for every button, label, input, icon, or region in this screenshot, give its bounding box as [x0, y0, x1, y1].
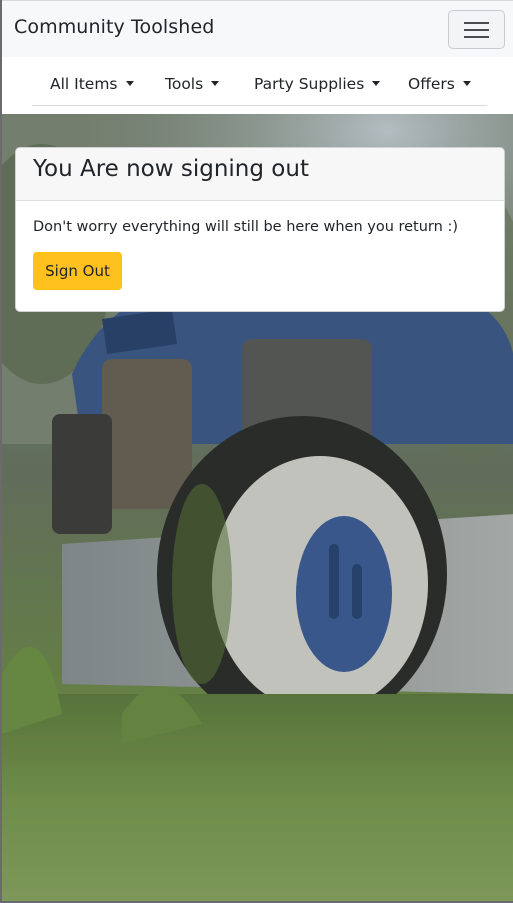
app-frame: Community Toolshed All Items Tools Party…: [0, 0, 513, 903]
menu-item-offers[interactable]: Offers: [408, 75, 471, 93]
signout-card: You Are now signing out Don't worry ever…: [15, 147, 505, 312]
category-menu: All Items Tools Party Supplies Offers: [2, 57, 513, 114]
signout-title: You Are now signing out: [33, 156, 309, 182]
menu-item-label: All Items: [50, 75, 118, 93]
caret-down-icon: [125, 81, 134, 86]
caret-down-icon: [462, 81, 471, 86]
caret-down-icon: [211, 81, 220, 86]
brand-link[interactable]: Community Toolshed: [14, 16, 214, 38]
menu-item-label: Party Supplies: [254, 75, 365, 93]
card-body: Don't worry everything will still be her…: [16, 201, 504, 308]
menu-item-all-items[interactable]: All Items: [50, 75, 134, 93]
top-navbar: Community Toolshed: [2, 0, 513, 57]
menu-item-party-supplies[interactable]: Party Supplies: [254, 75, 381, 93]
menu-item-label: Offers: [408, 75, 455, 93]
signout-message: Don't worry everything will still be her…: [33, 219, 458, 235]
menu-item-label: Tools: [165, 75, 204, 93]
menu-divider: [32, 105, 487, 106]
sign-out-button[interactable]: Sign Out: [33, 252, 122, 290]
hamburger-menu-icon: [464, 36, 489, 38]
card-header: You Are now signing out: [16, 148, 504, 201]
hamburger-menu-icon: [464, 29, 489, 31]
menu-item-tools[interactable]: Tools: [165, 75, 220, 93]
caret-down-icon: [372, 81, 381, 86]
hamburger-menu-icon: [464, 22, 489, 24]
navbar-toggle-button[interactable]: [448, 10, 505, 49]
